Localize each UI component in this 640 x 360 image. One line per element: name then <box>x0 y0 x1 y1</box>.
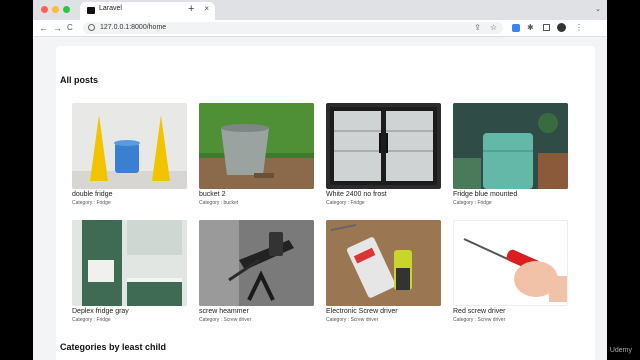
bookmark-star-icon[interactable]: ☆ <box>490 23 497 33</box>
browser-tab[interactable]: Laravel × <box>80 2 215 20</box>
menu-kebab-icon[interactable]: ⋮ <box>575 23 583 33</box>
post-image[interactable] <box>453 103 568 189</box>
post-category: Category : Fridge <box>326 200 365 206</box>
site-info-icon[interactable] <box>88 24 95 31</box>
post-image[interactable] <box>199 220 314 306</box>
address-bar[interactable]: 127.0.0.1:8000/home ⇪ ☆ <box>83 22 503 34</box>
post-card[interactable]: Red screw driver Category : Screw driver <box>453 220 568 323</box>
post-title[interactable]: Electronic Screw driver <box>326 308 441 315</box>
post-title[interactable]: Red screw driver <box>453 308 568 315</box>
post-category: Category : Fridge <box>453 200 492 206</box>
post-card[interactable]: double fridge Category : Fridge <box>72 103 187 206</box>
back-button[interactable]: ← <box>39 22 48 34</box>
extension-icon[interactable] <box>512 24 520 32</box>
laravel-favicon-icon <box>87 7 95 14</box>
post-category: Category : Fridge <box>72 317 111 323</box>
post-card[interactable]: bucket 2 Category : bucket <box>199 103 314 206</box>
minimize-window-button[interactable] <box>52 6 59 13</box>
window-controls <box>41 6 70 13</box>
close-window-button[interactable] <box>41 6 48 13</box>
post-card[interactable]: Fridge blue mounted Category : Fridge <box>453 103 568 206</box>
post-title[interactable]: screw heammer <box>199 308 314 315</box>
section-title: Categories by least child <box>60 342 167 352</box>
post-category: Category : Screw driver <box>453 317 506 323</box>
tab-title: Laravel <box>99 5 122 12</box>
post-image[interactable] <box>326 103 441 189</box>
tab-search-chevron-icon[interactable]: ⌄ <box>595 5 601 13</box>
new-tab-button[interactable]: + <box>188 4 194 15</box>
post-category: Category : Fridge <box>72 200 111 206</box>
post-image[interactable] <box>453 220 568 306</box>
post-title[interactable]: White 2400 no frost <box>326 191 441 198</box>
browser-toolbar: ← → C 127.0.0.1:8000/home ⇪ ☆ ✱ ⋮ <box>33 20 607 37</box>
post-card[interactable]: White 2400 no frost Category : Fridge <box>326 103 441 206</box>
post-image[interactable] <box>326 220 441 306</box>
tab-bar: Laravel × + ⌄ <box>33 0 607 20</box>
post-category: Category : bucket <box>199 200 239 206</box>
post-title[interactable]: double fridge <box>72 191 187 198</box>
post-image[interactable] <box>72 220 187 306</box>
reload-button[interactable]: C <box>67 22 73 34</box>
browser-window: Laravel × + ⌄ ← → C 127.0.0.1:8000/home … <box>33 0 607 360</box>
post-image[interactable] <box>72 103 187 189</box>
post-category: Category : Screw driver <box>199 317 252 323</box>
forward-button[interactable]: → <box>53 22 62 34</box>
sidepanel-icon[interactable] <box>543 24 550 31</box>
extensions-puzzle-icon[interactable]: ✱ <box>527 23 534 33</box>
post-title[interactable]: bucket 2 <box>199 191 314 198</box>
tab-close-icon[interactable]: × <box>204 4 209 13</box>
post-card[interactable]: Electronic Screw driver Category : Screw… <box>326 220 441 323</box>
udemy-watermark: Udemy <box>609 347 632 354</box>
post-image[interactable] <box>199 103 314 189</box>
post-card[interactable]: Deplex fridge gray Category : Fridge <box>72 220 187 323</box>
maximize-window-button[interactable] <box>63 6 70 13</box>
url-text[interactable]: 127.0.0.1:8000/home <box>100 24 166 31</box>
share-icon[interactable]: ⇪ <box>474 23 481 33</box>
profile-avatar-icon[interactable] <box>557 23 566 32</box>
page-card: All posts double fridge Category : Fridg… <box>56 46 595 360</box>
page-title: All posts <box>60 75 99 85</box>
post-title[interactable]: Deplex fridge gray <box>72 308 187 315</box>
post-category: Category : Screw driver <box>326 317 379 323</box>
post-card[interactable]: screw heammer Category : Screw driver <box>199 220 314 323</box>
post-title[interactable]: Fridge blue mounted <box>453 191 568 198</box>
